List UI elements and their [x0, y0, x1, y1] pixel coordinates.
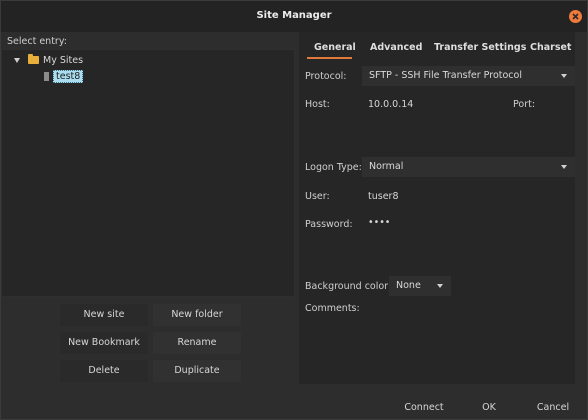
close-icon — [572, 13, 579, 20]
close-button[interactable] — [569, 10, 582, 23]
delete-button[interactable]: Delete — [60, 360, 148, 382]
site-manager-window: Site Manager Select entry: My Sites test… — [0, 0, 588, 420]
user-label: User: — [305, 191, 330, 202]
rename-button[interactable]: Rename — [153, 332, 241, 354]
protocol-value: SFTP - SSH File Transfer Protocol — [369, 70, 522, 81]
active-tab-indicator — [307, 57, 352, 59]
settings-tabs: General Advanced Transfer Settings Chars… — [299, 33, 575, 61]
tab-transfer-settings[interactable]: Transfer Settings — [434, 42, 526, 53]
folder-label: My Sites — [43, 54, 84, 66]
protocol-label: Protocol: — [305, 71, 347, 82]
comments-label: Comments: — [305, 303, 360, 314]
title-bar: Site Manager — [1, 1, 587, 32]
background-color-value: None — [396, 280, 421, 291]
new-bookmark-button[interactable]: New Bookmark — [60, 332, 148, 354]
new-folder-button[interactable]: New folder — [153, 304, 241, 326]
cancel-button[interactable]: Cancel — [523, 398, 583, 418]
background-color-label: Background color: — [305, 281, 392, 292]
port-label: Port: — [513, 99, 536, 110]
window-title: Site Manager — [256, 10, 332, 21]
tree-folder-row[interactable]: My Sites — [14, 53, 83, 67]
background-color-select[interactable]: None — [389, 276, 451, 296]
duplicate-button[interactable]: Duplicate — [153, 360, 241, 382]
ok-button[interactable]: OK — [461, 398, 517, 418]
site-icon — [44, 71, 49, 81]
logon-type-label: Logon Type: — [305, 162, 362, 173]
user-field[interactable]: tuser8 — [368, 191, 399, 202]
tab-advanced[interactable]: Advanced — [370, 42, 422, 53]
protocol-select[interactable]: SFTP - SSH File Transfer Protocol — [362, 66, 575, 86]
folder-icon — [28, 54, 39, 64]
left-buttons-area: New site New folder New Bookmark Rename … — [1, 298, 295, 388]
host-field[interactable]: 10.0.0.14 — [368, 99, 413, 110]
password-label: Password: — [305, 219, 353, 230]
site-label[interactable]: test8 — [53, 69, 84, 83]
expand-caret-icon[interactable] — [14, 57, 20, 63]
site-tree[interactable]: My Sites test8 — [1, 49, 295, 297]
comments-textarea[interactable] — [301, 317, 573, 381]
connect-button[interactable]: Connect — [394, 398, 454, 418]
tab-charset[interactable]: Charset — [530, 42, 571, 53]
tab-general[interactable]: General — [314, 42, 356, 53]
logon-type-value: Normal — [369, 161, 404, 172]
password-field[interactable]: •••• — [368, 217, 390, 228]
select-entry-label: Select entry: — [7, 36, 67, 47]
chevron-down-icon — [561, 165, 567, 169]
logon-type-select[interactable]: Normal — [362, 157, 575, 177]
chevron-down-icon — [437, 284, 443, 288]
chevron-down-icon — [561, 74, 567, 78]
tree-site-row[interactable]: test8 — [44, 69, 84, 83]
host-label: Host: — [305, 99, 330, 110]
new-site-button[interactable]: New site — [60, 304, 148, 326]
